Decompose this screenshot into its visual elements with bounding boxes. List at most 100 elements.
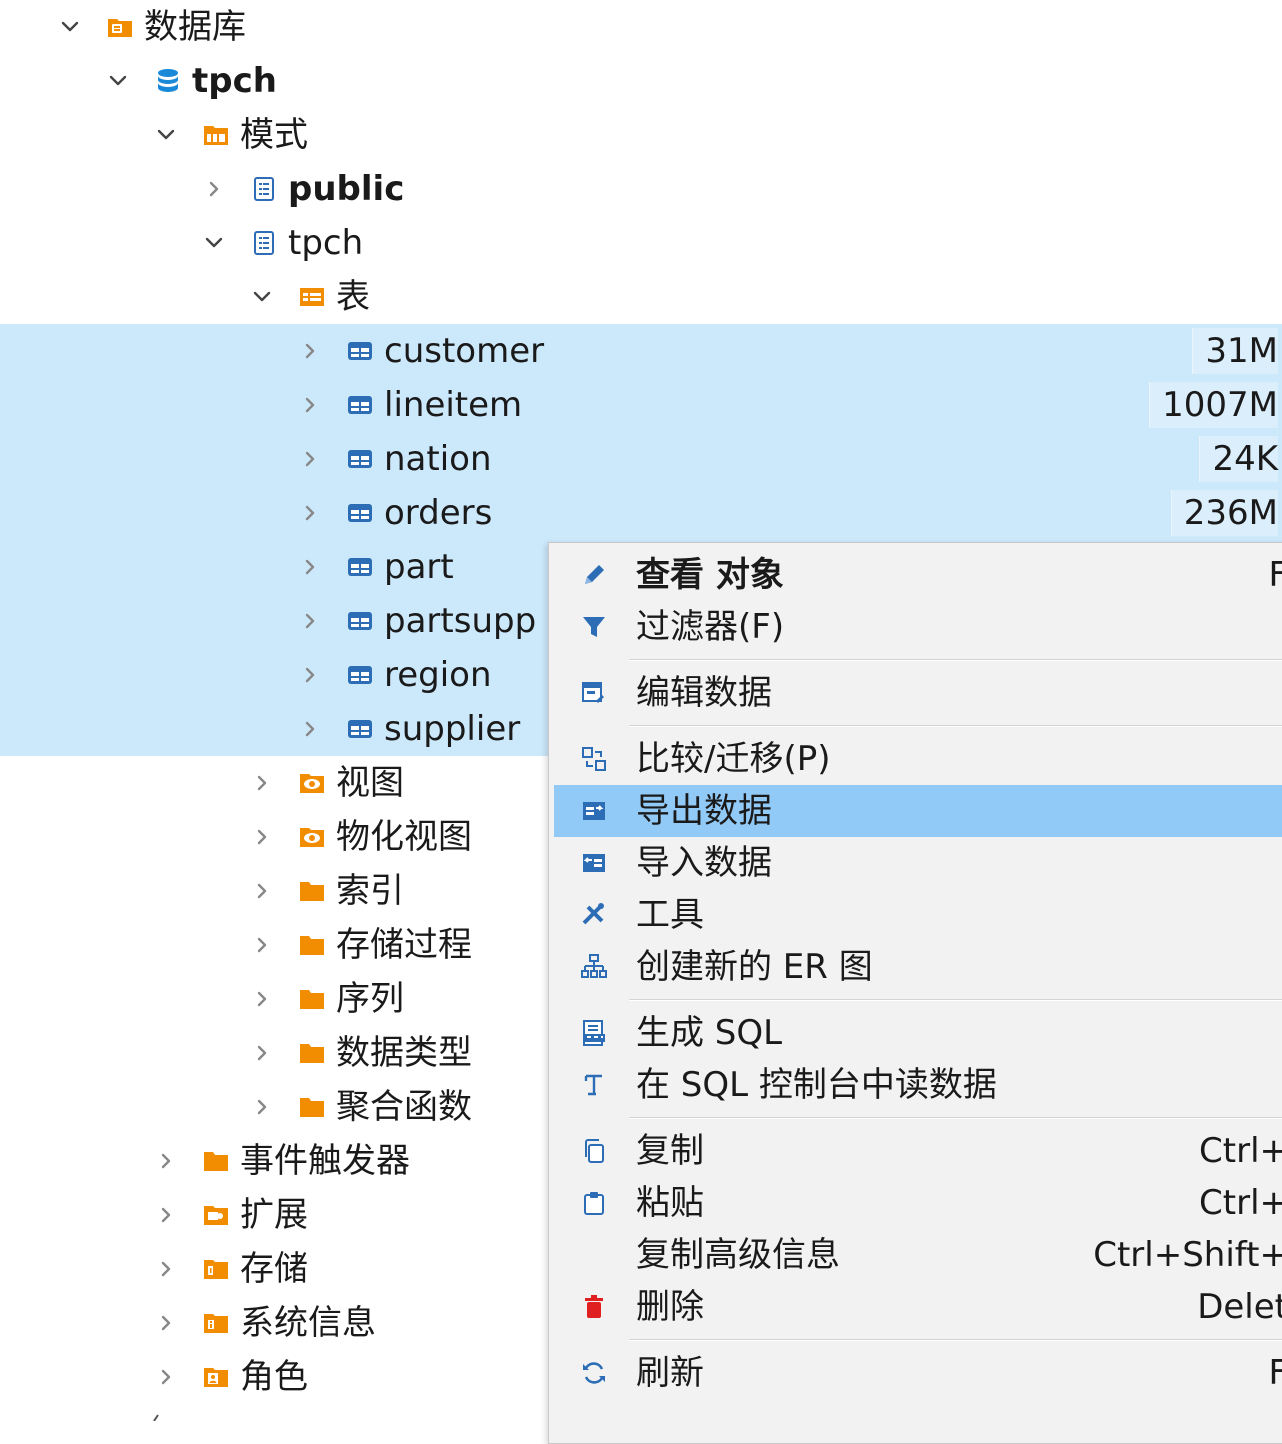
menu-item-label: 编辑数据	[636, 673, 772, 713]
tree-row-label: 视图	[336, 763, 404, 803]
compare-icon	[580, 745, 608, 773]
menu-item[interactable]: 导入数据	[554, 837, 1282, 889]
tree-row[interactable]: customer 31M	[0, 324, 1282, 378]
chevron-right-icon[interactable]	[248, 769, 276, 797]
table-size-badge: 236M	[1170, 490, 1278, 536]
delete-icon	[580, 1293, 608, 1321]
tree-row-label: 索引	[336, 871, 404, 911]
chevron-right-icon[interactable]	[296, 337, 324, 365]
tree-row-label: 数据类型	[336, 1033, 472, 1073]
folder-icon	[298, 877, 326, 905]
menu-item-label: 比较/迁移(P)	[636, 739, 831, 779]
menu-item-shortcut: Ctrl+Shift+	[1093, 1235, 1282, 1275]
menu-item-shortcut: Ctrl+	[1199, 1183, 1282, 1223]
menu-item[interactable]: 复制高级信息 Ctrl+Shift+	[554, 1229, 1282, 1281]
sql-console-icon	[580, 1071, 608, 1099]
menu-item[interactable]: 在 SQL 控制台中读数据	[554, 1059, 1282, 1111]
table-size-badge: 31M	[1192, 328, 1278, 374]
chevron-right-icon[interactable]	[296, 445, 324, 473]
menu-item[interactable]: 编辑数据	[554, 667, 1282, 719]
chevron-down-icon[interactable]	[248, 283, 276, 311]
chevron-right-icon[interactable]	[152, 1309, 180, 1337]
menu-separator	[629, 725, 1282, 727]
database-icon	[154, 67, 182, 95]
chevron-down-icon[interactable]	[104, 67, 132, 95]
menu-item-label: 创建新的 ER 图	[636, 947, 873, 987]
menu-item[interactable]: 工具	[554, 889, 1282, 941]
menu-item[interactable]: 复制 Ctrl+	[554, 1125, 1282, 1177]
tree-row-label: 序列	[336, 979, 404, 1019]
menu-item[interactable]: 过滤器(F)	[554, 601, 1282, 653]
menu-item-label: 删除	[636, 1287, 704, 1327]
table-icon	[346, 445, 374, 473]
tree-row[interactable]: 数据库	[0, 0, 1282, 54]
tree-row[interactable]: lineitem 1007M	[0, 378, 1282, 432]
chevron-right-icon[interactable]	[296, 553, 324, 581]
chevron-right-icon[interactable]	[200, 175, 228, 203]
tree-row[interactable]: public	[0, 162, 1282, 216]
tree-row[interactable]: orders 236M	[0, 486, 1282, 540]
menu-item-shortcut: F	[1268, 1353, 1282, 1393]
chevron-right-icon[interactable]	[248, 985, 276, 1013]
schema-icon	[250, 229, 278, 257]
menu-item-label: 生成 SQL	[636, 1013, 783, 1053]
menu-item-label: 工具	[636, 895, 704, 935]
chevron-right-icon[interactable]	[296, 391, 324, 419]
chevron-right-icon[interactable]	[296, 499, 324, 527]
chevron-right-icon[interactable]	[248, 1039, 276, 1067]
chevron-right-icon[interactable]	[248, 1093, 276, 1121]
tree-row-label: tpch	[192, 61, 277, 101]
tree-row-label: customer	[384, 331, 545, 371]
menu-item-label: 复制	[636, 1131, 704, 1171]
menu-item[interactable]: 导出数据	[554, 785, 1282, 837]
table-icon	[346, 553, 374, 581]
table-icon	[346, 661, 374, 689]
menu-item[interactable]: 粘贴 Ctrl+	[554, 1177, 1282, 1229]
tree-row[interactable]: 模式	[0, 108, 1282, 162]
tree-row[interactable]: tpch	[0, 216, 1282, 270]
chevron-right-icon[interactable]	[152, 1363, 180, 1391]
tree-row-label: 存储	[240, 1249, 308, 1289]
chevron-right-icon[interactable]	[152, 1147, 180, 1175]
chevron-right-icon[interactable]	[296, 607, 324, 635]
menu-item-label: 导出数据	[636, 791, 772, 831]
chevron-down-icon[interactable]	[152, 121, 180, 149]
context-menu: 查看 对象 F 过滤器(F) 编辑数据比较/迁移(P) 导出数据导入数据工具创建新的 E…	[548, 542, 1282, 1444]
chevron-right-icon[interactable]	[248, 877, 276, 905]
pencil-icon	[580, 561, 608, 589]
tree-row-label: partsupp	[384, 601, 537, 641]
menu-item[interactable]: 删除 Delet	[554, 1281, 1282, 1333]
schemas-folder-icon	[202, 121, 230, 149]
tree-row[interactable]: tpch	[0, 54, 1282, 108]
chevron-right-icon[interactable]	[152, 1255, 180, 1283]
tree-row-label: 角色	[240, 1357, 308, 1397]
menu-item[interactable]: 比较/迁移(P)	[554, 733, 1282, 785]
chevron-down-icon[interactable]	[56, 13, 84, 41]
chevron-right-icon[interactable]	[248, 823, 276, 851]
folder-icon	[298, 1093, 326, 1121]
tree-row-label: 聚合函数	[336, 1087, 472, 1127]
chevron-right-icon[interactable]	[296, 661, 324, 689]
tree-row-label: 数据库	[144, 7, 246, 47]
table-icon	[346, 391, 374, 419]
menu-item[interactable]: 创建新的 ER 图	[554, 941, 1282, 993]
schema-icon	[250, 175, 278, 203]
tree-row-label: part	[384, 547, 454, 587]
tree-row[interactable]: nation 24K	[0, 432, 1282, 486]
tree-row[interactable]: 表	[0, 270, 1282, 324]
chevron-right-icon[interactable]	[248, 931, 276, 959]
chevron-right-icon[interactable]	[296, 715, 324, 743]
chevron-right-icon[interactable]	[152, 1201, 180, 1229]
tree-row-label: region	[384, 655, 492, 695]
copy-icon	[580, 1137, 608, 1165]
tree-row-label: supplier	[384, 709, 521, 749]
tree-row-label: 物化视图	[336, 817, 472, 857]
menu-item-label: 复制高级信息	[636, 1235, 840, 1275]
menu-separator	[629, 1339, 1282, 1341]
chevron-down-icon[interactable]	[200, 229, 228, 257]
folder-icon	[298, 985, 326, 1013]
menu-item[interactable]: 刷新 F	[554, 1347, 1282, 1399]
menu-item[interactable]: 生成 SQL	[554, 1007, 1282, 1059]
menu-separator	[629, 999, 1282, 1001]
menu-item[interactable]: 查看 对象 F	[554, 549, 1282, 601]
